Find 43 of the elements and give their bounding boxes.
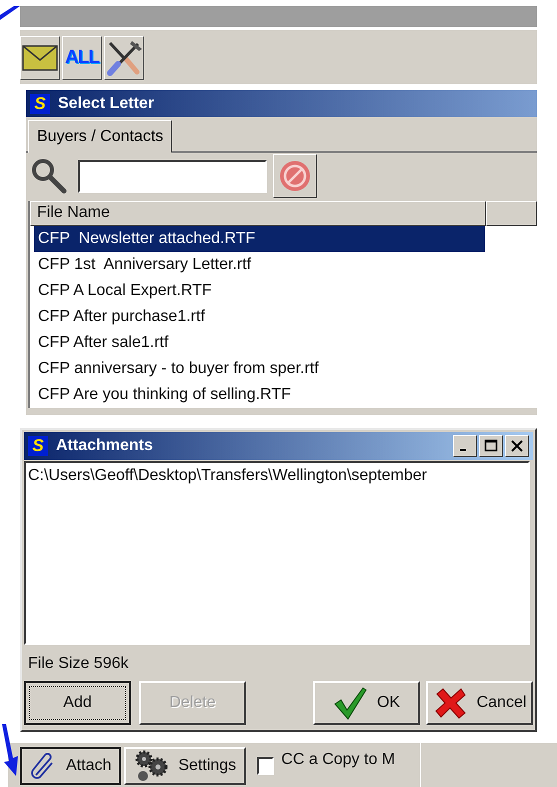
minimize-button[interactable] [453, 435, 477, 457]
file-row[interactable]: CFP anniversary - to buyer from sper.rtf [34, 356, 485, 382]
prohibited-sign-icon [278, 159, 312, 193]
clear-search-button[interactable] [273, 154, 317, 198]
envelope-icon [22, 45, 58, 71]
window-title: Attachments [56, 437, 153, 455]
app-icon: S [30, 94, 50, 114]
column-header[interactable] [486, 201, 537, 226]
annotation-arrow-icon [0, 6, 20, 20]
toolbar-button[interactable] [20, 36, 60, 80]
ok-button[interactable]: OK [313, 681, 420, 725]
checkmark-icon [332, 686, 367, 720]
file-row[interactable]: CFP After sale1.rtf [34, 330, 485, 356]
file-row[interactable]: CFP Are you thinking of selling.RTF [34, 382, 485, 408]
toolbar-button[interactable] [104, 36, 144, 80]
hammer-and-screwdriver-icon [106, 39, 142, 77]
window-title: Select Letter [58, 94, 154, 112]
close-icon [510, 439, 524, 453]
checkbox-label: CC a Copy to M [281, 751, 396, 769]
file-path[interactable]: C:\Users\Geoff\Desktop\Transfers\Wellington\september [28, 467, 526, 485]
cross-icon [432, 686, 467, 720]
search-icon [30, 157, 68, 195]
column-header[interactable]: File Name [30, 201, 486, 226]
settings-button[interactable]: Settings [124, 747, 246, 785]
file-row[interactable]: CFP 1st Anniversary Letter.rtf [34, 252, 485, 278]
attach-button[interactable]: Attach [20, 747, 122, 785]
tab[interactable]: Buyers / Contacts [28, 120, 172, 153]
file-row[interactable]: CFP Newsletter attached.RTF [34, 226, 485, 252]
file-size-label: File Size 596k [28, 655, 128, 672]
annotation-arrow-icon [0, 724, 20, 776]
cancel-button[interactable]: Cancel [426, 681, 533, 725]
file-row[interactable]: CFP After purchase1.rtf [34, 304, 485, 330]
maximize-button[interactable] [479, 435, 503, 457]
close-button[interactable] [505, 435, 529, 457]
checkbox[interactable] [257, 757, 274, 775]
app-icon: S [28, 436, 48, 456]
search-field[interactable] [78, 160, 267, 192]
file-row[interactable]: CFP A Local Expert.RTF [34, 278, 485, 304]
maximize-icon [484, 439, 498, 453]
gears-icon [134, 750, 168, 782]
minimize-icon [460, 449, 466, 451]
add-button[interactable]: Add [24, 681, 131, 725]
toolbar-button[interactable]: ALL [62, 36, 102, 80]
